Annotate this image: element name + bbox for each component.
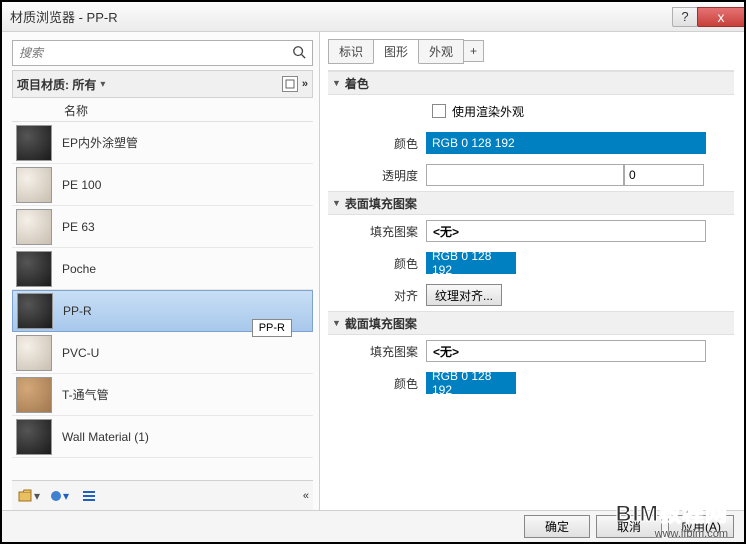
material-thumbnail	[16, 251, 52, 287]
material-label: Poche	[62, 262, 96, 276]
close-button[interactable]: x	[697, 7, 745, 27]
pattern-label: 填充图案	[348, 343, 426, 360]
material-thumbnail	[16, 167, 52, 203]
list-item[interactable]: EP内外涂塑管	[12, 122, 313, 164]
list-item[interactable]: T-通气管	[12, 374, 313, 416]
material-label: PE 63	[62, 220, 95, 234]
list-item[interactable]: PE 100	[12, 164, 313, 206]
chevron-down-icon: ▼	[332, 78, 341, 88]
material-thumbnail	[16, 125, 52, 161]
align-label: 对齐	[348, 287, 426, 304]
list-view-icon[interactable]	[78, 486, 100, 506]
list-item[interactable]: Poche	[12, 248, 313, 290]
material-label: PP-R	[63, 304, 92, 318]
list-item[interactable]: PVC-U	[12, 332, 313, 374]
use-render-label: 使用渲染外观	[452, 103, 524, 120]
search-input[interactable]	[19, 46, 292, 60]
new-material-icon[interactable]: ▾	[48, 486, 70, 506]
search-box[interactable]	[12, 40, 313, 66]
tab-add[interactable]: +	[463, 40, 484, 62]
window-title: 材质浏览器 - PP-R	[10, 7, 118, 26]
search-icon[interactable]	[292, 45, 306, 62]
section-title: 表面填充图案	[345, 195, 417, 212]
chevron-down-icon: ▼	[332, 318, 341, 328]
material-label: T-通气管	[62, 386, 109, 403]
left-pane: 项目材质: 所有 ▾ » 名称 EP内外涂塑管 PE 100	[2, 32, 320, 510]
tab-graphics[interactable]: 图形	[373, 39, 419, 64]
column-header-name[interactable]: 名称	[12, 100, 313, 122]
tabs: 标识 图形 外观 +	[328, 38, 734, 64]
color-label: 颜色	[348, 375, 426, 392]
apply-button[interactable]: 应用(A)	[668, 515, 734, 538]
surface-color-field[interactable]: RGB 0 128 192	[426, 252, 516, 274]
section-shading[interactable]: ▼ 着色	[328, 71, 734, 95]
material-browser-window: 材质浏览器 - PP-R ? x 项目材质: 所有 ▾	[2, 2, 744, 542]
right-pane: 标识 图形 外观 + ▼ 着色 使用渲染外观 颜色 RGB 0 128 192	[320, 32, 744, 510]
cut-color-field[interactable]: RGB 0 128 192	[426, 372, 516, 394]
material-label: EP内外涂塑管	[62, 134, 138, 151]
material-label: PVC-U	[62, 346, 99, 360]
color-label: 颜色	[348, 255, 426, 272]
pattern-label: 填充图案	[348, 223, 426, 240]
properties-panel: ▼ 着色 使用渲染外观 颜色 RGB 0 128 192 透明度	[328, 70, 734, 510]
project-filter-label: 项目材质: 所有	[17, 76, 96, 93]
expand-icon[interactable]: »	[302, 78, 308, 90]
list-item[interactable]: Wall Material (1)	[12, 416, 313, 458]
material-thumbnail	[16, 419, 52, 455]
material-thumbnail	[16, 377, 52, 413]
transparency-value[interactable]: 0	[624, 164, 704, 186]
material-list: EP内外涂塑管 PE 100 PE 63 Poche PP-R PP	[12, 122, 313, 480]
transparency-slider[interactable]	[426, 164, 624, 186]
color-label: 颜色	[348, 135, 426, 152]
texture-align-button[interactable]: 纹理对齐...	[426, 284, 502, 306]
help-button[interactable]: ?	[672, 7, 698, 27]
collapse-icon[interactable]: «	[303, 490, 307, 502]
section-title: 着色	[345, 75, 369, 92]
section-cut-pattern[interactable]: ▼ 截面填充图案	[328, 311, 734, 335]
use-render-checkbox[interactable]	[432, 104, 446, 118]
tab-appearance[interactable]: 外观	[418, 39, 464, 64]
material-thumbnail	[16, 209, 52, 245]
cancel-button[interactable]: 取消	[596, 515, 662, 538]
material-thumbnail	[16, 335, 52, 371]
dialog-footer: 确定 取消 应用(A)	[2, 510, 744, 542]
library-icon[interactable]: ▾	[18, 486, 40, 506]
titlebar[interactable]: 材质浏览器 - PP-R ? x	[2, 2, 744, 32]
surface-pattern-field[interactable]: <无>	[426, 220, 706, 242]
tab-identity[interactable]: 标识	[328, 39, 374, 64]
shading-color-field[interactable]: RGB 0 128 192	[426, 132, 706, 154]
tooltip: PP-R	[252, 319, 292, 337]
transparency-label: 透明度	[348, 167, 426, 184]
list-item[interactable]: PE 63	[12, 206, 313, 248]
view-mode-icon[interactable]	[282, 76, 298, 92]
project-filter[interactable]: 项目材质: 所有 ▾ »	[12, 70, 313, 98]
material-label: Wall Material (1)	[62, 430, 149, 444]
material-label: PE 100	[62, 178, 101, 192]
section-title: 截面填充图案	[345, 315, 417, 332]
left-toolbar: ▾ ▾ «	[12, 480, 313, 510]
material-thumbnail	[17, 293, 53, 329]
chevron-down-icon: ▼	[332, 198, 341, 208]
list-item-selected[interactable]: PP-R PP-R	[12, 290, 313, 332]
section-surface-pattern[interactable]: ▼ 表面填充图案	[328, 191, 734, 215]
ok-button[interactable]: 确定	[524, 515, 590, 538]
cut-pattern-field[interactable]: <无>	[426, 340, 706, 362]
dropdown-arrow-icon: ▾	[100, 79, 105, 90]
